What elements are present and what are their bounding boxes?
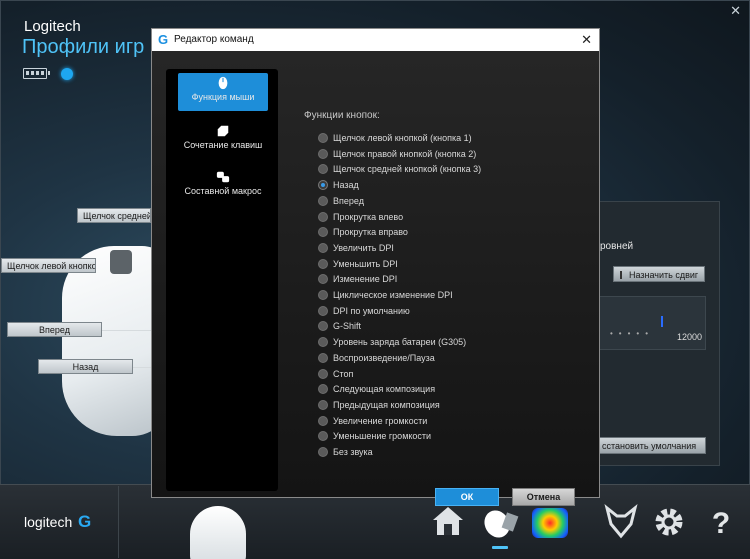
sidebar-item-compound-macro[interactable]: Составной макрос [178, 167, 268, 196]
arx-fox-icon[interactable] [601, 504, 641, 544]
function-option-label: Уменьшение громкости [333, 431, 432, 442]
sidebar-item-label: Сочетание клавиш [183, 140, 263, 150]
function-option-label: Следующая композиция [333, 384, 436, 395]
dialog-body: Функция мыши Сочетание клавиш Составной … [152, 51, 599, 506]
function-option-label: Без звука [333, 447, 373, 457]
function-option-label: DPI по умолчанию [333, 305, 410, 316]
assign-shift-button[interactable]: Назначить сдвиг [613, 266, 705, 282]
device-mouse-image[interactable] [190, 506, 246, 559]
sidebar-item-mouse-function[interactable]: Функция мыши [178, 73, 268, 111]
help-icon[interactable]: ? [701, 504, 741, 544]
function-option-label: Щелчок средней кнопкой (кнопка 3) [333, 164, 482, 175]
callout-back[interactable]: Назад [38, 359, 133, 374]
callout-left-click[interactable]: Щелчок левой кнопкой [1, 258, 96, 273]
app-close-button[interactable]: ✕ [730, 3, 741, 19]
cancel-button[interactable]: Отмена [512, 488, 575, 506]
function-option-label: G-Shift [333, 321, 362, 332]
radio-button[interactable] [318, 133, 328, 143]
function-option-label: Уровень заряда батареи (G305) [333, 337, 467, 348]
mouse-icon [218, 76, 228, 90]
radio-button[interactable] [318, 352, 328, 363]
sidebar-item-key-combo[interactable]: Сочетание клавиш [178, 121, 268, 150]
function-option-label: Стоп [333, 368, 354, 379]
dialog-title: Редактор команд [174, 34, 254, 45]
mouse-customize-icon[interactable] [480, 504, 520, 544]
command-editor-dialog: G Редактор команд ✕ Функция мыши Сочетан… [151, 28, 600, 506]
radio-button[interactable] [318, 447, 328, 457]
heatmap-icon[interactable] [532, 508, 568, 538]
macro-icon [216, 171, 230, 183]
radio-button[interactable] [318, 227, 328, 238]
function-option-label: Щелчок правой кнопкой (кнопка 2) [333, 148, 477, 159]
function-option-label: Прокрутка влево [333, 211, 404, 222]
callout-forward[interactable]: Вперед [7, 322, 102, 337]
radio-button[interactable] [318, 384, 328, 395]
callout-line [101, 330, 151, 331]
key-combo-icon [217, 125, 229, 137]
logitech-g-logo: G [78, 512, 92, 531]
page-title: Профили игр Lo [22, 36, 173, 58]
sidebar-item-label: Функция мыши [191, 92, 255, 102]
callout-middle-click[interactable]: Щелчок средней к [77, 208, 151, 223]
function-option-label: Вперед [333, 195, 364, 206]
radio-button[interactable] [318, 274, 328, 285]
radio-button[interactable] [318, 258, 328, 269]
bottom-divider [118, 486, 119, 558]
dialog-close-button[interactable]: ✕ [581, 29, 592, 51]
radio-button[interactable] [318, 337, 328, 348]
dpi-slider-thumb[interactable] [661, 316, 663, 327]
function-option-label: Увеличить DPI [333, 242, 394, 253]
home-icon[interactable] [428, 504, 468, 544]
ok-button[interactable]: ОК [435, 488, 499, 506]
dialog-titlebar: G Редактор команд ✕ [152, 29, 599, 51]
function-option-label: Щелчок левой кнопкой (кнопка 1) [333, 133, 472, 143]
connection-status-icon [61, 68, 73, 80]
logitech-logo: logitech [24, 514, 73, 530]
radio-button[interactable] [318, 368, 328, 379]
active-nav-indicator [492, 546, 508, 549]
button-functions-heading: Функции кнопок: [304, 110, 380, 121]
assign-shift-label: Назначить сдвиг [629, 270, 699, 280]
dpi-slider-ticks: ••••• [610, 329, 655, 338]
radio-button[interactable] [318, 164, 328, 175]
radio-button[interactable] [318, 148, 328, 159]
radio-button[interactable] [318, 211, 328, 222]
function-option-label: Изменение DPI [333, 274, 398, 285]
function-option-label: Циклическое изменение DPI [333, 290, 453, 300]
function-option-label: Увеличение громкости [333, 415, 428, 426]
mouse-wheel-image [110, 250, 132, 274]
battery-icon [23, 68, 50, 79]
radio-button[interactable] [318, 195, 328, 206]
function-option-label: Прокрутка вправо [333, 227, 408, 238]
sidebar-item-label: Составной макрос [184, 186, 262, 196]
app-brand: Logitech [24, 18, 81, 35]
radio-button[interactable] [318, 399, 328, 410]
radio-button[interactable] [318, 321, 328, 332]
restore-defaults-button[interactable]: сстановить умолчания [598, 437, 706, 454]
radio-button[interactable] [318, 180, 328, 191]
radio-button[interactable] [318, 415, 328, 426]
callout-line [132, 367, 152, 368]
logitech-g-icon: G [158, 32, 169, 47]
command-type-sidebar: Функция мыши Сочетание клавиш Составной … [166, 69, 278, 491]
gear-icon[interactable] [649, 504, 689, 544]
dpi-levels-label: ровней [600, 241, 634, 252]
function-option-label: Предыдущая композиция [333, 399, 440, 410]
function-option-label: Уменьшить DPI [333, 258, 398, 269]
radio-button[interactable] [318, 290, 328, 300]
radio-button[interactable] [318, 305, 328, 316]
radio-button[interactable] [318, 431, 328, 442]
function-option-label: Воспроизведение/Пауза [333, 352, 435, 363]
function-option-label: Назад [333, 180, 359, 191]
dpi-value: 12000 [677, 332, 703, 342]
radio-button[interactable] [318, 242, 328, 253]
